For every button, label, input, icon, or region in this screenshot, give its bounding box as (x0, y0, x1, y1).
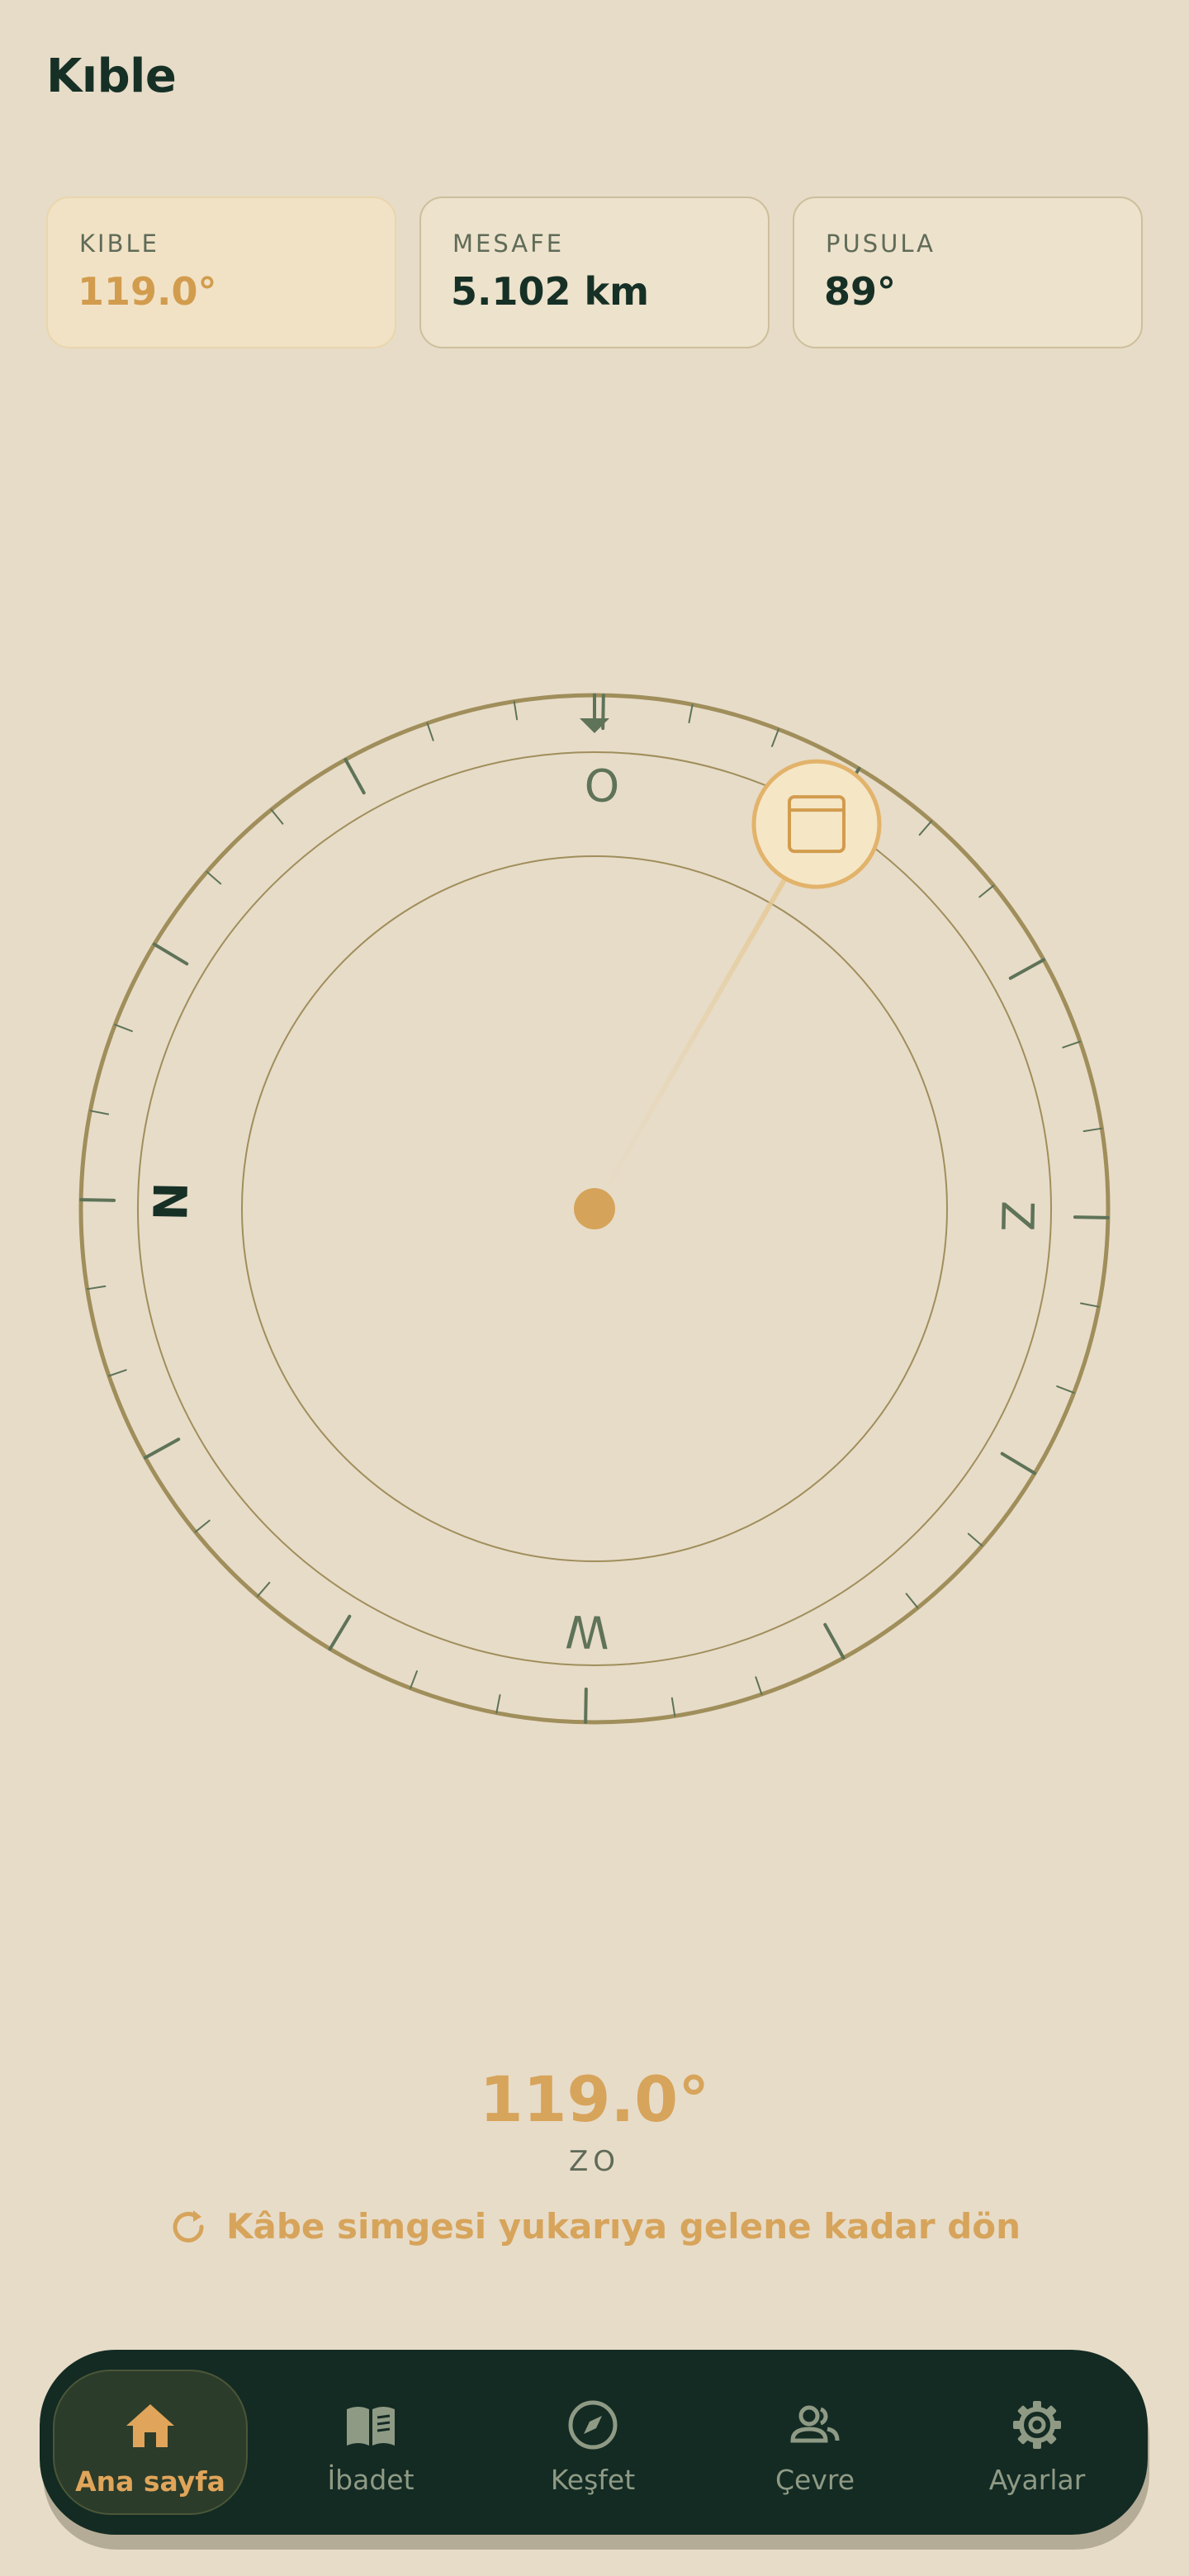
nav-label-home: Ana sayfa (75, 2465, 225, 2498)
compass-tick (89, 1110, 110, 1115)
bottom-nav: Ana sayfa İbadet Keşfet Çevre Ayarlar (40, 2350, 1148, 2535)
compass-tick (495, 1693, 501, 1714)
nav-label-community: Çevre (775, 2464, 855, 2496)
qibla-needle (592, 822, 819, 1211)
nav-label-worship: İbadet (327, 2464, 414, 2496)
cardinal-east: O (584, 760, 620, 812)
qibla-degrees: 119.0° (479, 2062, 710, 2136)
compass-tick (918, 820, 933, 836)
nav-item-settings[interactable]: Ayarlar (940, 2370, 1135, 2515)
compass-tick (143, 1437, 181, 1460)
book-icon (347, 2407, 395, 2446)
nav-item-worship[interactable]: İbadet (273, 2370, 468, 2515)
compass-tick (978, 884, 995, 898)
nav-item-home[interactable]: Ana sayfa (53, 2370, 248, 2515)
nav-label-settings: Ayarlar (988, 2464, 1086, 2496)
compass-tick (967, 1532, 983, 1547)
compass-tick (114, 1024, 133, 1032)
kaaba-marker-circle (751, 759, 882, 889)
compass-tick (270, 808, 284, 825)
compass-tick (1082, 1127, 1103, 1133)
gear-icon (1013, 2401, 1061, 2449)
compass-tick (688, 703, 694, 724)
rotate-icon (173, 2209, 204, 2242)
compass-tick (1062, 1040, 1082, 1049)
compass-tick (410, 1670, 418, 1689)
qibla-direction: ZO (568, 2145, 621, 2178)
compass-dial: N O Z W (78, 693, 1111, 1725)
nav-item-explore[interactable]: Keşfet (495, 2370, 690, 2515)
compass-tick (1008, 958, 1046, 980)
compass-tick (755, 1676, 763, 1696)
nav-label-explore: Keşfet (550, 2464, 636, 2496)
rotate-hint-text: Kâbe simgesi yukarıya gelene kadar dön (225, 2206, 1021, 2247)
compass-tick (823, 1622, 846, 1660)
compass-tick (328, 1614, 352, 1651)
compass-tick (513, 700, 519, 721)
home-icon (126, 2404, 174, 2447)
compass-tick (152, 942, 189, 966)
compass-icon (568, 2400, 618, 2450)
people-icon (790, 2405, 840, 2443)
compass-center-dot (574, 1188, 615, 1229)
compass-tick (107, 1369, 127, 1377)
kaaba-marker (751, 759, 882, 889)
compass-tick (1079, 1302, 1100, 1308)
compass-tick (670, 1697, 676, 1717)
compass-tick (256, 1581, 271, 1598)
compass-tick (905, 1593, 919, 1609)
compass-tick (426, 722, 434, 741)
cardinal-west: W (565, 1605, 609, 1658)
rotate-hint: Kâbe simgesi yukarıya gelene kadar dön (0, 2206, 1189, 2247)
compass-tick (1073, 1215, 1110, 1219)
compass-tick (206, 870, 222, 885)
cardinal-south: Z (991, 1200, 1044, 1232)
nav-item-community[interactable]: Çevre (718, 2370, 912, 2515)
compass-tick (343, 757, 366, 795)
compass-tick (86, 1285, 107, 1290)
compass-tick (1000, 1451, 1037, 1475)
compass-tick (194, 1519, 211, 1533)
compass-tick (584, 1687, 588, 1724)
compass-tick (1056, 1385, 1075, 1394)
cardinal-north: N (144, 1181, 199, 1221)
compass-tick (771, 728, 779, 747)
